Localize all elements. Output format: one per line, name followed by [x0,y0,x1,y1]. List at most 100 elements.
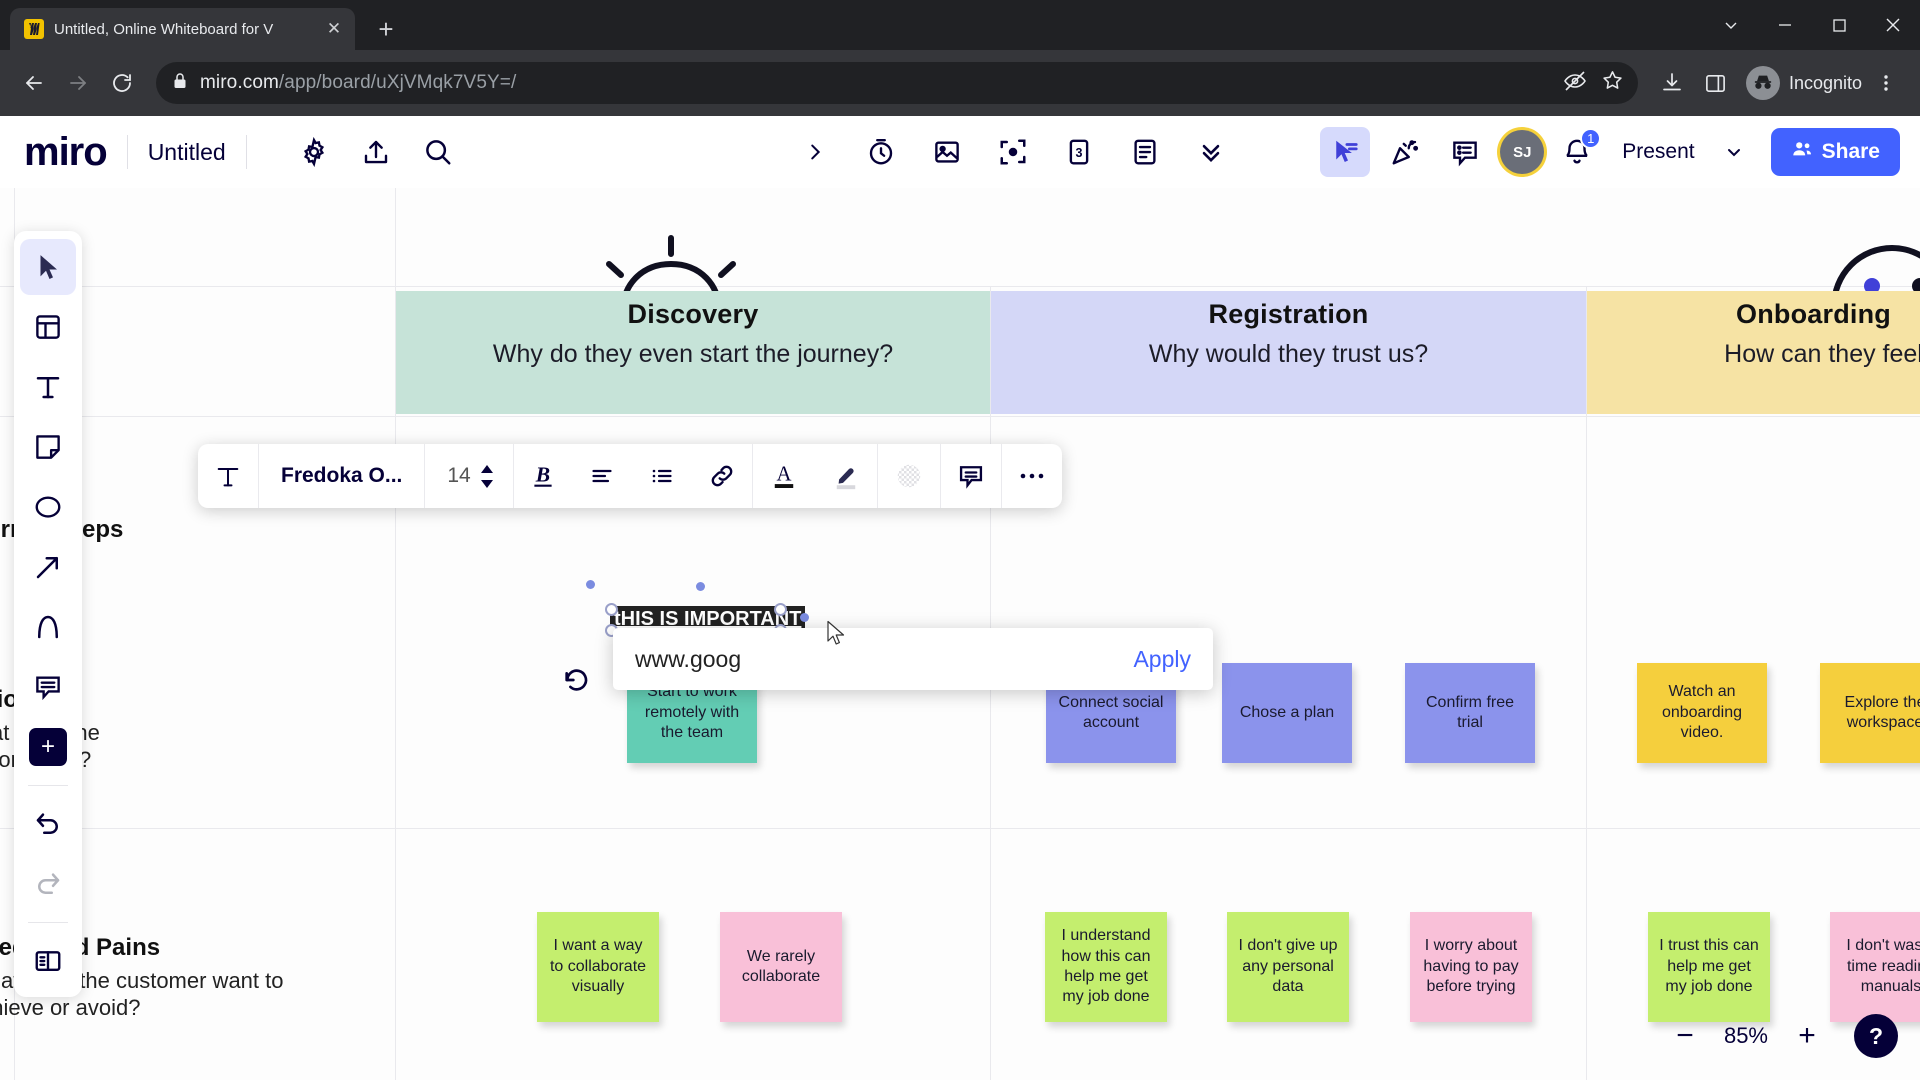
zoom-out-button[interactable]: − [1668,1019,1702,1053]
undo-tool[interactable] [20,796,76,852]
eye-off-icon[interactable] [1563,69,1587,98]
font-size-stepper[interactable] [479,464,513,489]
forward-icon[interactable] [58,63,98,103]
opacity-icon[interactable] [878,444,940,508]
link-icon[interactable] [692,444,752,508]
new-tab-button[interactable]: + [369,12,403,46]
comment-icon[interactable] [941,444,1001,508]
link-popup[interactable]: Apply [613,628,1213,690]
browser-menu-icon[interactable] [1866,63,1906,103]
column-title: Registration [1208,299,1369,329]
minimize-icon[interactable] [1758,6,1812,44]
sticky-note[interactable]: Confirm free trial [1405,663,1535,763]
chat-list-icon[interactable] [1440,127,1490,177]
board-column-onboarding[interactable]: Onboarding How can they feel [1587,291,1920,414]
miro-logo[interactable]: miro [24,132,108,172]
notes-icon[interactable] [1120,127,1170,177]
sticky-note[interactable]: I trust this can help me get my job done [1648,912,1770,1022]
resize-handle[interactable] [605,603,618,616]
templates-tool[interactable] [20,299,76,355]
frames-panel-tool[interactable] [20,933,76,989]
back-icon[interactable] [14,63,54,103]
apply-button[interactable]: Apply [1113,646,1191,673]
focus-icon[interactable] [988,127,1038,177]
reload-icon[interactable] [102,63,142,103]
board-canvas[interactable]: Discovery Why do they even start the jou… [0,116,1920,1080]
avatar[interactable]: SJ [1500,130,1545,174]
notifications-button[interactable]: 1 [1554,128,1602,175]
cursor-share-icon[interactable] [1320,127,1371,177]
profile-incognito-chip[interactable]: Incognito [1745,66,1862,100]
board-column-registration[interactable]: Registration Why would they trust us? [991,291,1586,414]
gear-icon[interactable] [289,127,339,177]
sticky-note[interactable]: Watch an onboarding video. [1637,663,1767,763]
resize-handle[interactable] [774,603,787,616]
more-apps-tool[interactable]: + [20,719,76,775]
share-button[interactable]: Share [1770,128,1900,176]
text-format-toolbar: Fredoka O... 14 B A [198,444,1062,508]
redo-tool[interactable] [20,856,76,912]
maximize-icon[interactable] [1812,6,1866,44]
shapes-tool[interactable] [20,479,76,535]
browser-tab[interactable]: Untitled, Online Whiteboard for V ✕ [10,8,355,50]
present-chevron-down-icon[interactable] [1717,135,1751,169]
zoom-in-button[interactable]: + [1790,1019,1824,1053]
svg-text:3: 3 [1076,146,1083,160]
miro-top-bar: miro Untitled 3 SJ 1 Present Share [0,116,1920,188]
comment-tool[interactable] [20,659,76,715]
sticky-note[interactable]: I don't give up any personal data [1227,912,1349,1022]
highlighter-icon[interactable] [815,444,877,508]
font-family-select[interactable]: Fredoka O... [259,464,424,488]
zoom-level-value[interactable]: 85% [1724,1023,1768,1049]
text-tool[interactable] [20,359,76,415]
sticky-note[interactable]: I don't waste time reading manuals [1830,912,1920,1022]
window-close-icon[interactable] [1866,6,1920,44]
help-button[interactable]: ? [1854,1014,1898,1058]
sticky-note[interactable]: Explore the workspace [1820,663,1920,763]
chevron-up-icon [480,464,493,473]
chevron-right-icon[interactable] [790,127,840,177]
pen-tool[interactable] [20,599,76,655]
connector-tool[interactable] [20,539,76,595]
share-label: Share [1821,140,1880,163]
board-title[interactable]: Untitled [148,139,226,166]
upload-icon[interactable] [351,127,401,177]
column-subtitle: Why do they even start the journey? [492,340,894,368]
address-bar[interactable]: miro.com/app/board/uXjVMqk7V5Y=/ [156,62,1638,104]
bullet-list-icon[interactable] [632,444,692,508]
cursor-tool[interactable] [20,239,76,295]
share-people-icon [1791,138,1813,166]
text-color-icon[interactable]: A [753,444,815,508]
more-dots-icon[interactable] [1002,444,1062,508]
sticky-note-tool[interactable] [20,419,76,475]
svg-text:B: B [535,462,550,486]
link-url-input[interactable] [635,645,1114,673]
anchor-dot[interactable] [586,580,595,589]
sticky-note[interactable]: I understand how this can help me get my… [1045,912,1167,1022]
sticky-note[interactable]: I want a way to collaborate visually [537,912,659,1022]
board-column-discovery[interactable]: Discovery Why do they even start the jou… [396,291,990,414]
align-left-icon[interactable] [572,444,632,508]
text-type-icon[interactable] [198,444,258,508]
font-size-input[interactable]: 14 [425,464,478,488]
sticky-note[interactable]: We rarely collaborate [720,912,842,1022]
rotate-handle-icon[interactable] [560,664,592,701]
close-icon[interactable]: ✕ [323,18,345,40]
celebration-icon[interactable] [1380,127,1430,177]
search-icon[interactable] [413,127,463,177]
sticky-note[interactable]: I worry about having to pay before tryin… [1410,912,1532,1022]
timer-icon[interactable] [856,127,906,177]
counter-3-icon[interactable]: 3 [1054,127,1104,177]
anchor-dot[interactable] [696,582,705,591]
bold-button[interactable]: B [514,444,572,508]
download-icon[interactable] [1652,63,1692,103]
incognito-icon [1745,66,1780,100]
chevrons-down-icon[interactable] [1186,127,1236,177]
anchor-dot[interactable] [800,613,809,622]
side-panel-icon[interactable] [1696,63,1736,103]
frame-icon[interactable] [922,127,972,177]
sticky-note[interactable]: Chose a plan [1222,663,1352,763]
bookmark-star-icon[interactable] [1601,69,1624,97]
present-button[interactable]: Present [1610,140,1706,164]
chevron-down-icon[interactable] [1704,6,1758,44]
